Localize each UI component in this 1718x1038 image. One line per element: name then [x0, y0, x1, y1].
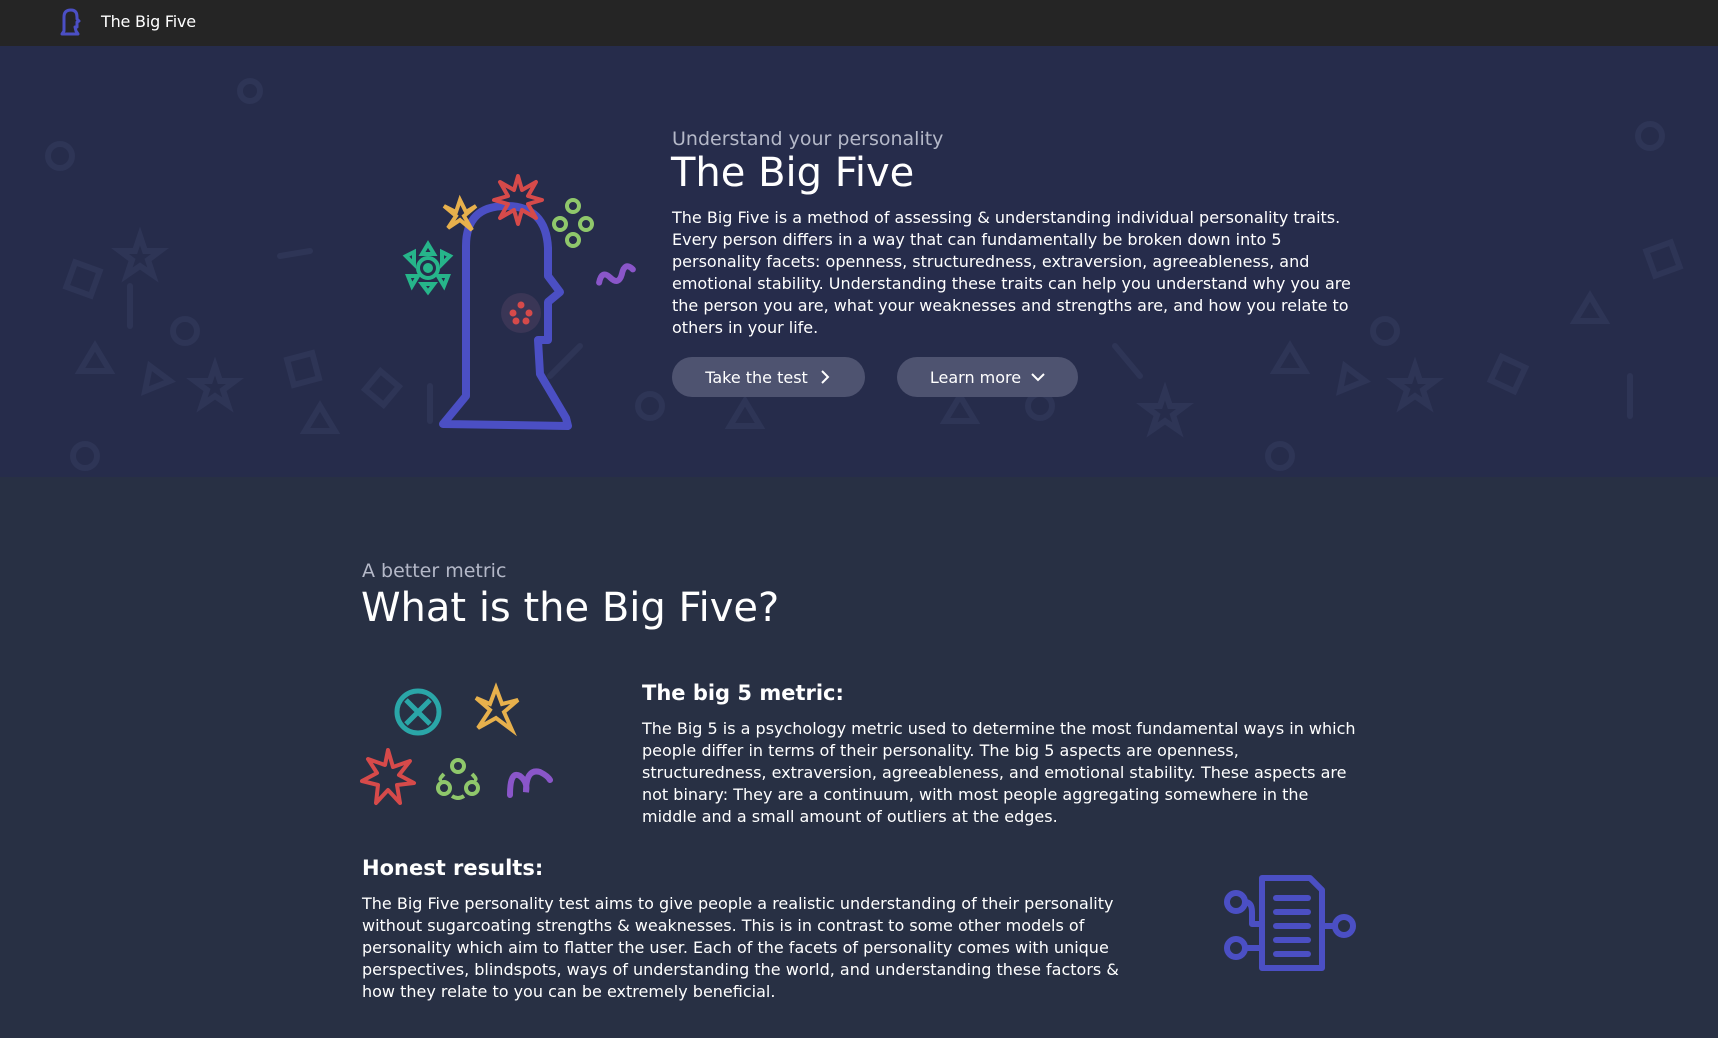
section-subtitle: A better metric	[362, 560, 507, 582]
trait-icons-illustration	[360, 682, 553, 805]
take-test-label: Take the test	[705, 367, 808, 387]
chevron-right-icon	[821, 370, 830, 384]
hero-subtitle: Understand your personality	[672, 128, 944, 150]
circles-ring-icon	[436, 758, 480, 800]
document-network-icon	[1224, 875, 1356, 971]
wheel-icon	[394, 688, 442, 736]
pinwheel-icon	[474, 682, 520, 737]
honest-results-heading: Honest results:	[362, 856, 544, 880]
take-test-button[interactable]: Take the test	[672, 357, 865, 397]
honest-results-text: The Big Five personality test aims to gi…	[362, 894, 1119, 1001]
squiggle-icon	[507, 768, 553, 798]
top-navigation-bar: The Big Five	[0, 0, 1718, 46]
chevron-down-icon	[1031, 373, 1045, 382]
hero-title: The Big Five	[671, 150, 915, 196]
learn-more-button[interactable]: Learn more	[897, 357, 1078, 397]
hero-section: Understand your personality The Big Five…	[0, 46, 1718, 477]
head-illustration	[402, 174, 636, 430]
star-burst-icon	[360, 748, 416, 805]
metric-heading: The big 5 metric:	[642, 681, 844, 705]
head-silhouette-icon[interactable]	[55, 7, 85, 37]
metric-text: The Big 5 is a psychology metric used to…	[642, 719, 1356, 826]
brand-title[interactable]: The Big Five	[101, 12, 196, 31]
section-title: What is the Big Five?	[361, 585, 780, 631]
hero-description: The Big Five is a method of assessing & …	[672, 208, 1351, 337]
learn-more-label: Learn more	[929, 367, 1022, 387]
